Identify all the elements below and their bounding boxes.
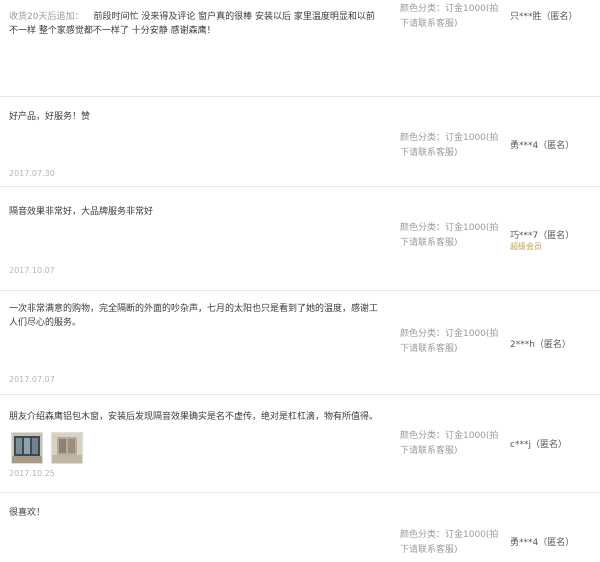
review-comment: 一次非常满意的购物，完全隔断的外面的吵杂声，七月的太阳也只是看到了她的温度，感谢… — [9, 304, 379, 328]
review-date: 2017.10.07 — [9, 266, 55, 275]
review-item: 好产品，好服务！赞 颜色分类：订金1000(拍下请联系客服) 勇***4（匿名）… — [0, 96, 600, 187]
window-photo-icon — [12, 433, 42, 463]
sku-info: 颜色分类：订金1000(拍下请联系客服) — [400, 133, 499, 158]
review-date: 2017.07.30 — [9, 169, 55, 178]
review-comment: 收货20天后追加： 前段时间忙 没来得及评论 窗户真的很棒 安装以后 家里温度明显… — [9, 10, 381, 38]
review-item: 隔音效果非常好，大品牌服务非常好 颜色分类：订金1000(拍下请联系客服) 巧*… — [0, 186, 600, 291]
reviewer-name[interactable]: 巧***7（匿名） — [510, 228, 574, 241]
sku-info: 颜色分类：订金1000(拍下请联系客服) — [400, 4, 499, 29]
review-photo-thumbnail[interactable] — [11, 432, 43, 464]
sku-info: 颜色分类：订金1000(拍下请联系客服) — [400, 223, 499, 248]
review-comment: 朋友介绍森鹰铝包木窗，安装后发现隔音效果确实是名不虚传，绝对是杠杠滴，物有所值得… — [9, 412, 379, 422]
reviewer-name[interactable]: 勇***4（匿名） — [510, 535, 574, 548]
review-photo-thumbnail[interactable] — [51, 432, 83, 464]
review-comment: 隔音效果非常好，大品牌服务非常好 — [9, 207, 154, 217]
review-comment: 好产品，好服务！赞 — [9, 112, 91, 122]
sku-info: 颜色分类：订金1000(拍下请联系客服) — [400, 329, 499, 354]
review-item: 收货20天后追加： 前段时间忙 没来得及评论 窗户真的很棒 安装以后 家里温度明显… — [0, 0, 600, 97]
reviewer-name[interactable]: 勇***4（匿名） — [510, 138, 574, 151]
review-item: 很喜欢！ 颜色分类：订金1000(拍下请联系客服) 勇***4（匿名） — [0, 492, 600, 562]
reviewer-name[interactable]: 2***h（匿名） — [510, 337, 571, 350]
review-item: 一次非常满意的购物，完全隔断的外面的吵杂声，七月的太阳也只是看到了她的温度，感谢… — [0, 290, 600, 395]
window-photo-icon — [52, 433, 82, 463]
reviewer-name[interactable]: c***j（匿名） — [510, 437, 567, 450]
super-member-badge: 超级会员 — [510, 242, 542, 251]
review-date: 2017.07.07 — [9, 375, 55, 384]
reviewer-name[interactable]: 只***胜（匿名） — [510, 9, 578, 22]
sku-info: 颜色分类：订金1000(拍下请联系客服) — [400, 431, 499, 456]
review-date: 2017.10.25 — [9, 469, 55, 478]
sku-info: 颜色分类：订金1000(拍下请联系客服) — [400, 530, 499, 555]
review-item: 朋友介绍森鹰铝包木窗，安装后发现隔音效果确实是名不虚传，绝对是杠杠滴，物有所值得… — [0, 394, 600, 493]
review-comment: 很喜欢！ — [9, 508, 46, 518]
appended-review-label: 收货20天后追加： — [9, 12, 84, 22]
